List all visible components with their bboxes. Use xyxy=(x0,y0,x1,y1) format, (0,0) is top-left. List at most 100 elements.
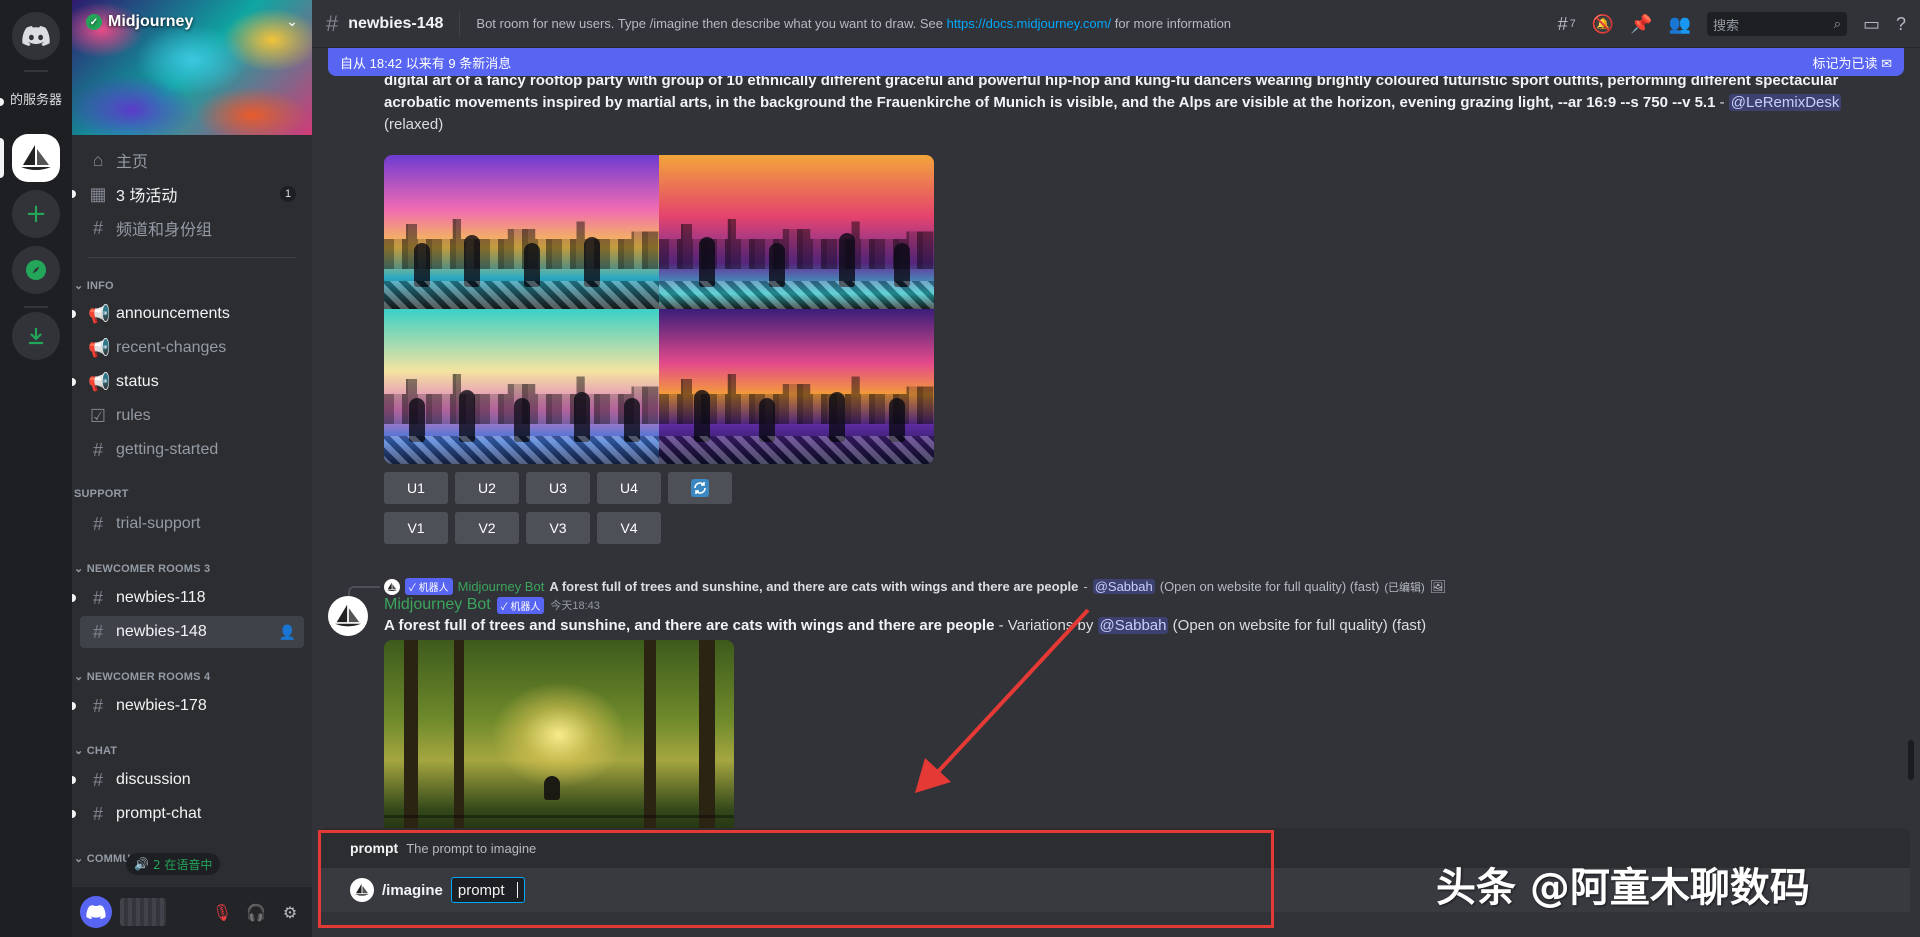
channel-label: newbies-148 xyxy=(116,623,207,640)
timestamp[interactable]: 今天18:43 xyxy=(550,597,600,613)
topic-text: Bot room for new users. Type /imagine th… xyxy=(476,16,947,31)
mark-as-read-button[interactable]: 标记为已读 ✉ xyxy=(1812,53,1892,72)
inbox-icon[interactable]: ▭ xyxy=(1863,14,1880,35)
category-newcomer-rooms-4[interactable]: ⌄ NEWCOMER ROOMS 4 xyxy=(74,670,210,683)
bot-badge: ✓ 机器人 xyxy=(405,578,453,595)
add-server-button[interactable]: + xyxy=(12,190,60,238)
channel-recent-changes[interactable]: 📢 recent-changes xyxy=(80,332,304,364)
sailboat-icon xyxy=(21,145,51,170)
message-content: A forest full of trees and sunshine, and… xyxy=(384,615,1844,637)
help-icon[interactable]: ? xyxy=(1896,14,1906,35)
sailboat-icon xyxy=(350,878,374,902)
slash-command: /imagine xyxy=(382,881,443,899)
search-input[interactable]: 搜索 ⌕ xyxy=(1706,12,1847,36)
prompt-parameter-field[interactable]: prompt xyxy=(450,877,525,903)
threads-icon: # xyxy=(92,769,103,790)
rail-separator xyxy=(24,306,48,308)
author-name[interactable]: Midjourney Bot xyxy=(384,596,491,614)
reply-suffix: (Open on website for full quality) (fast… xyxy=(1159,579,1380,594)
voice-activity-pill[interactable]: 🔊 2 在语音中 xyxy=(126,853,221,875)
header-divider xyxy=(459,11,461,36)
category-support[interactable]: SUPPORT xyxy=(74,488,129,500)
suffix-text: (Open on website for full quality) (fast… xyxy=(1168,617,1427,634)
server-header[interactable]: ✓ Midjourney xyxy=(86,13,193,31)
channel-label: newbies-178 xyxy=(116,697,207,714)
category-info[interactable]: ⌄ INFO xyxy=(74,279,114,292)
new-messages-text: 自从 18:42 以来有 9 条新消息 xyxy=(340,55,512,71)
reroll-button[interactable] xyxy=(668,472,732,504)
variation-button-3[interactable]: V3 xyxy=(526,512,590,544)
server-banner[interactable]: ✓ Midjourney ⌄ xyxy=(72,0,312,135)
checkbox-icon: ☑ xyxy=(89,405,107,426)
scrollbar-thumb[interactable] xyxy=(1908,740,1914,780)
channel-topic[interactable]: Bot room for new users. Type /imagine th… xyxy=(476,16,1231,31)
server-icon-midjourney[interactable] xyxy=(12,134,60,182)
reply-prompt: A forest full of trees and sunshine, and… xyxy=(549,579,1079,594)
sidebar-item-channels-roles[interactable]: # 频道和身份组 xyxy=(80,212,304,244)
upscale-button-3[interactable]: U3 xyxy=(526,472,590,504)
generated-image-3[interactable] xyxy=(384,309,659,464)
channel-newbies-148[interactable]: # newbies-148 👤 xyxy=(80,616,304,648)
channel-status[interactable]: 📢 status xyxy=(72,366,304,398)
pin-icon[interactable]: 📌 xyxy=(1630,14,1652,35)
generated-forest-image[interactable] xyxy=(384,640,734,828)
variation-button-4[interactable]: V4 xyxy=(597,512,661,544)
reply-preview[interactable]: ✓ 机器人 Midjourney Bot A forest full of tr… xyxy=(384,578,1446,595)
channel-label: recent-changes xyxy=(116,339,227,356)
mute-mic-icon[interactable]: 🎙 xyxy=(208,898,236,926)
image-grid[interactable] xyxy=(384,155,934,464)
headphones-icon[interactable]: 🎧 xyxy=(242,898,270,926)
server-rail: 的服务器 + xyxy=(0,0,72,937)
channel-discussion[interactable]: # discussion xyxy=(72,764,304,796)
user-mention[interactable]: @Sabbah xyxy=(1097,617,1169,634)
discord-logo-icon xyxy=(22,26,50,46)
channel-newbies-118[interactable]: # newbies-118 xyxy=(72,582,304,614)
new-messages-bar[interactable]: 自从 18:42 以来有 9 条新消息 标记为已读 ✉ xyxy=(328,48,1904,76)
variation-button-1[interactable]: V1 xyxy=(384,512,448,544)
channel-label: getting-started xyxy=(116,441,219,458)
channel-prompt-chat[interactable]: # prompt-chat xyxy=(72,798,304,830)
user-mention[interactable]: @LeRemixDesk xyxy=(1728,94,1842,111)
variation-button-2[interactable]: V2 xyxy=(455,512,519,544)
avatar[interactable] xyxy=(328,596,368,636)
upscale-button-4[interactable]: U4 xyxy=(597,472,661,504)
channel-rules[interactable]: ☑ rules xyxy=(80,400,304,432)
chevron-down-icon[interactable]: ⌄ xyxy=(286,14,298,30)
gear-icon[interactable]: ⚙ xyxy=(276,898,304,926)
threads-icon: # xyxy=(326,10,339,36)
generated-image-1[interactable] xyxy=(384,155,659,309)
sidebar-item-label: 频道和身份组 xyxy=(116,222,213,239)
channel-newbies-178[interactable]: # newbies-178 xyxy=(72,690,304,722)
notification-mute-icon[interactable]: 🔕 xyxy=(1592,14,1614,35)
explore-servers-button[interactable] xyxy=(12,246,60,294)
download-apps-button[interactable] xyxy=(12,312,60,360)
refresh-icon xyxy=(691,479,709,497)
username-redacted[interactable] xyxy=(120,898,166,926)
upscale-button-1[interactable]: U1 xyxy=(384,472,448,504)
sidebar-item-home[interactable]: ⌂ 主页 xyxy=(80,144,304,176)
threads-icon: # xyxy=(92,803,103,824)
unread-indicator xyxy=(72,378,76,386)
search-placeholder: 搜索 xyxy=(1712,17,1739,33)
threads-button[interactable]: #7 xyxy=(1558,14,1576,35)
channel-announcements[interactable]: 📢 announcements xyxy=(72,298,304,330)
mark-as-read-label: 标记为已读 xyxy=(1812,55,1878,71)
category-chat[interactable]: ⌄ CHAT xyxy=(74,744,117,757)
channel-trial-support[interactable]: # trial-support xyxy=(80,508,304,540)
server-short-name[interactable]: 的服务器 xyxy=(0,89,72,115)
sidebar-item-events[interactable]: ▦ 3 场活动 1 xyxy=(72,178,304,210)
channel-getting-started[interactable]: # getting-started xyxy=(80,434,304,466)
members-icon[interactable]: 👥 xyxy=(1669,14,1691,35)
category-newcomer-rooms-3[interactable]: ⌄ NEWCOMER ROOMS 3 xyxy=(74,562,210,575)
generated-image-4[interactable] xyxy=(659,309,934,464)
header-toolbar: #7 🔕 📌 👥 搜索 ⌕ ▭ ? xyxy=(1558,0,1906,48)
invite-icon[interactable]: 👤 xyxy=(279,624,296,641)
user-mention[interactable]: @Sabbah xyxy=(1092,579,1155,594)
discord-home-button[interactable] xyxy=(12,12,60,60)
channel-label: announcements xyxy=(116,305,230,322)
docs-link[interactable]: https://docs.midjourney.com/ xyxy=(947,16,1112,31)
avatar[interactable] xyxy=(80,896,112,928)
upscale-button-2[interactable]: U2 xyxy=(455,472,519,504)
reply-author[interactable]: Midjourney Bot xyxy=(458,579,545,594)
generated-image-2[interactable] xyxy=(659,155,934,309)
